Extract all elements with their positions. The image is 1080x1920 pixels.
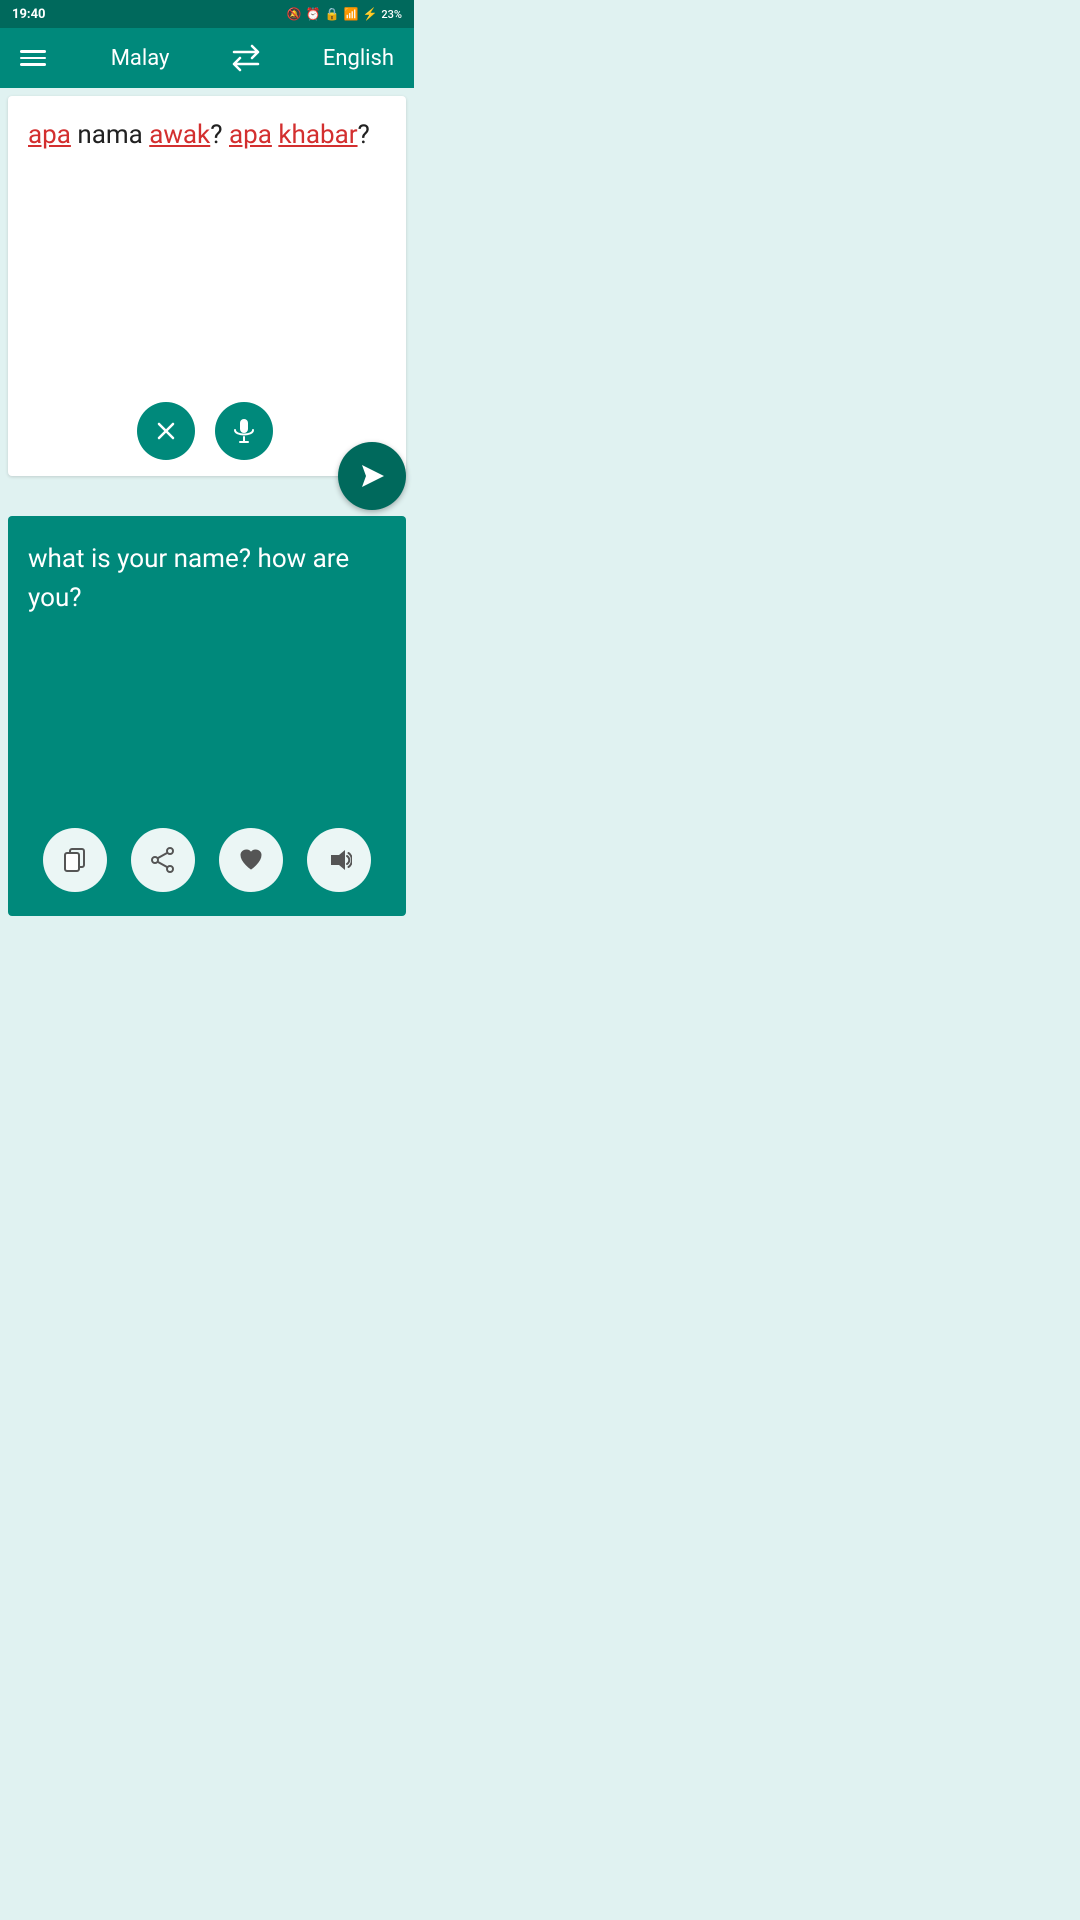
word-q2: ? <box>358 120 370 150</box>
copy-button[interactable] <box>43 828 107 892</box>
swap-languages-button[interactable] <box>230 44 262 72</box>
word-q1: ? <box>210 120 229 150</box>
word-awak: awak <box>149 120 210 150</box>
word-apa1: apa <box>28 120 71 150</box>
input-controls <box>137 402 273 460</box>
output-text: what is your name? how are you? <box>28 540 386 618</box>
favorite-button[interactable] <box>219 828 283 892</box>
status-icons: 🔕 ⏰ 🔒 📶 ⚡ 23% <box>287 7 402 21</box>
word-khabar: khabar <box>278 120 357 150</box>
notification-icon: 🔕 <box>287 7 302 21</box>
navbar: Malay English <box>0 28 414 88</box>
status-bar: 19:40 🔕 ⏰ 🔒 📶 ⚡ 23% <box>0 0 414 28</box>
menu-line-3 <box>20 63 46 66</box>
translate-send-button[interactable] <box>338 442 406 510</box>
lock-icon: 🔒 <box>325 7 340 21</box>
status-time: 19:40 <box>12 7 46 22</box>
input-wrapper: apa nama awak? apa khabar? <box>8 96 406 476</box>
output-section: what is your name? how are you? <box>8 516 406 916</box>
alarm-icon: ⏰ <box>306 7 321 21</box>
clear-button[interactable] <box>137 402 195 460</box>
battery-percent: 23% <box>381 8 402 21</box>
menu-button[interactable] <box>20 50 50 66</box>
menu-line-2 <box>20 57 46 60</box>
output-actions <box>8 828 406 892</box>
source-language[interactable]: Malay <box>111 46 170 71</box>
signal-icon: 📶 <box>343 7 358 21</box>
word-nama: nama <box>71 120 149 150</box>
share-button[interactable] <box>131 828 195 892</box>
target-language[interactable]: English <box>323 46 394 71</box>
bolt-icon: ⚡ <box>362 7 377 21</box>
speak-button[interactable] <box>307 828 371 892</box>
input-section: apa nama awak? apa khabar? <box>8 96 406 476</box>
word-apa2: apa <box>229 120 272 150</box>
input-text: apa nama awak? apa khabar? <box>28 116 386 155</box>
mic-button[interactable] <box>215 402 273 460</box>
menu-line-1 <box>20 50 46 53</box>
